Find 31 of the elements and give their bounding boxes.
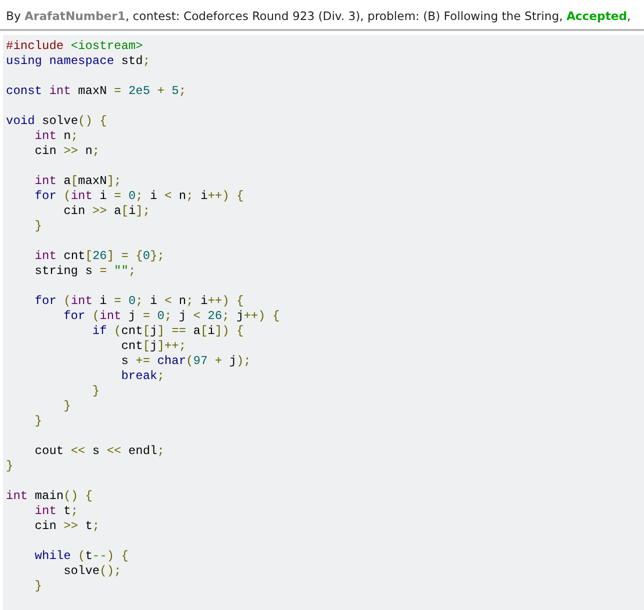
code-line: for (int i = 0; i < n; i++) { bbox=[34, 294, 244, 309]
code-line: solve(); bbox=[62, 564, 122, 579]
code-line: using namespace std; bbox=[6, 54, 150, 69]
code-line: #include <iostream> bbox=[6, 39, 143, 54]
code-line: } bbox=[34, 579, 42, 594]
code-line: int n; bbox=[34, 129, 78, 144]
code-line: } bbox=[6, 459, 14, 474]
code-line: const int maxN = 2e5 + 5; bbox=[6, 84, 186, 99]
code-line: for (int j = 0; j < 26; j++) { bbox=[62, 309, 280, 324]
code-line: } bbox=[91, 384, 100, 399]
submission-info: By ArafatNumber1, contest: Codeforces Round 923 (Div. 3), problem: (B) Following the String, Accepted, bbox=[6, 9, 631, 23]
code-line: s += char(97 + j); bbox=[120, 354, 251, 369]
code-line: cnt[j]++; bbox=[120, 339, 186, 354]
code-line: break; bbox=[120, 369, 164, 384]
code-line: void solve() { bbox=[6, 114, 107, 129]
code-line: string s = ""; bbox=[34, 264, 136, 279]
code-line: int a[maxN]; bbox=[34, 174, 122, 189]
code-line: while (t--) { bbox=[34, 549, 128, 564]
code-line: } bbox=[34, 414, 42, 429]
code-line: cin >> n; bbox=[34, 144, 100, 159]
code-line: for (int i = 0; i < n; i++) { bbox=[34, 189, 244, 204]
code-line: if (cnt[j] == a[i]) { bbox=[91, 324, 244, 339]
code-line: cin >> t; bbox=[34, 519, 100, 534]
code-line: int t; bbox=[34, 504, 78, 519]
code-line: int main() { bbox=[6, 489, 92, 504]
author-link[interactable]: ArafatNumber1 bbox=[24, 9, 126, 23]
code-line: cout << s << endl; bbox=[34, 444, 164, 459]
code-line: int cnt[26] = {0}; bbox=[34, 249, 164, 264]
code-line: cin >> a[i]; bbox=[62, 204, 150, 219]
code-line: } bbox=[34, 219, 42, 234]
code-line: } bbox=[62, 399, 71, 414]
